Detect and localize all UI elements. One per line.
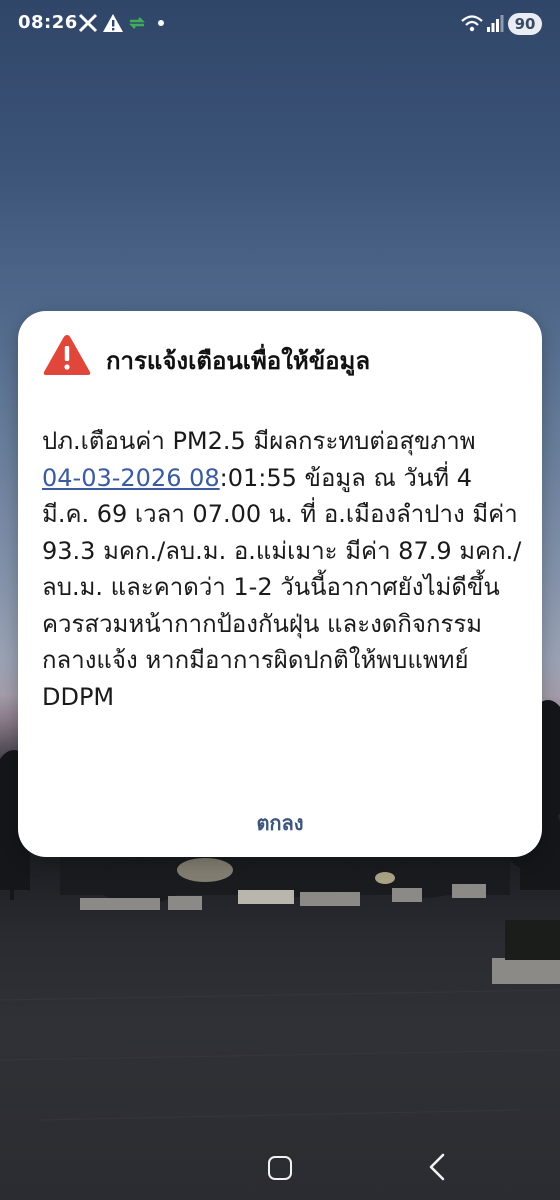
dialog-message: ปภ.เตือนค่า PM2.5 มีผลกระทบต่อสุขภาพ 04-… <box>42 423 522 715</box>
signal-icon <box>487 15 504 32</box>
status-time: 08:26 <box>18 12 78 33</box>
battery-icon: 90 <box>508 13 542 35</box>
nav-back-button[interactable] <box>426 1152 448 1182</box>
emergency-alert-dialog: การแจ้งเตือนเพื่อให้ข้อมูล ปภ.เตือนค่า P… <box>18 311 542 857</box>
x-logo-icon <box>78 13 98 33</box>
message-datetime-link[interactable]: 04-03-2026 08 <box>42 464 220 492</box>
wifi-icon <box>461 15 483 32</box>
dialog-header: การแจ้งเตือนเพื่อให้ข้อมูล <box>42 333 518 377</box>
dot-icon <box>158 20 164 26</box>
message-text-part-1: ปภ.เตือนค่า PM2.5 มีผลกระทบต่อสุขภาพ <box>42 427 476 455</box>
data-transfer-icon <box>129 17 145 29</box>
message-text-part-2: :01:55 ข้อมูล ณ วันที่ 4 มี.ค. 69 เวลา 0… <box>42 463 522 711</box>
warning-notification-icon <box>103 14 123 32</box>
nav-home-button[interactable] <box>268 1156 292 1180</box>
ok-button[interactable]: ตกลง <box>230 807 330 843</box>
status-bar: 08:26 90 <box>0 0 560 48</box>
dialog-title: การแจ้งเตือนเพื่อให้ข้อมูล <box>106 347 371 375</box>
warning-triangle-icon <box>43 335 91 375</box>
